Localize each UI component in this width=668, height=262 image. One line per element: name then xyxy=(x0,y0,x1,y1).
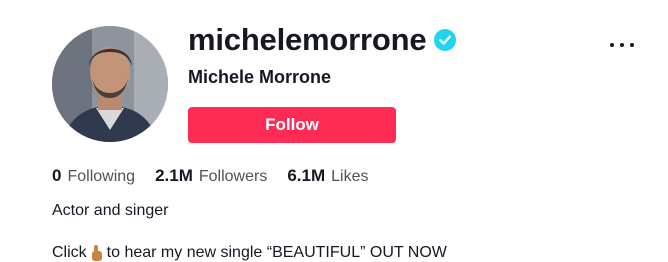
pointing-hand-emoji-icon xyxy=(91,245,102,261)
more-options-icon[interactable] xyxy=(610,38,634,52)
stat-label: Followers xyxy=(198,168,268,185)
follow-button[interactable]: Follow xyxy=(188,107,396,143)
more-dot xyxy=(620,43,624,47)
more-dot xyxy=(610,43,614,47)
stat-value: 6.1M xyxy=(287,166,326,185)
bio-line-2: Click to hear my new single “BEAUTIFUL” … xyxy=(52,244,447,262)
stat-label: Following xyxy=(67,168,136,185)
bio-line-2-end: to hear my new single “BEAUTIFUL” OUT NO… xyxy=(106,244,447,261)
avatar[interactable] xyxy=(52,26,168,142)
stat-followers[interactable]: 2.1M Followers xyxy=(155,166,267,186)
stat-likes: 6.1M Likes xyxy=(287,166,368,186)
username: michelemorrone xyxy=(188,22,427,57)
username-row: michelemorrone xyxy=(188,22,457,58)
profile-stats: 0 Following 2.1M Followers 6.1M Likes xyxy=(52,166,388,186)
more-dot xyxy=(630,43,634,47)
verified-check-icon xyxy=(434,29,457,51)
stat-label: Likes xyxy=(331,168,369,185)
display-name: Michele Morrone xyxy=(188,67,332,87)
stat-following[interactable]: 0 Following xyxy=(52,166,135,186)
bio-text: Actor and singer xyxy=(52,202,169,219)
avatar-photo xyxy=(52,26,168,142)
stat-value: 2.1M xyxy=(155,166,193,185)
bio-line-2-start: Click xyxy=(52,244,87,261)
stat-value: 0 xyxy=(52,166,62,185)
